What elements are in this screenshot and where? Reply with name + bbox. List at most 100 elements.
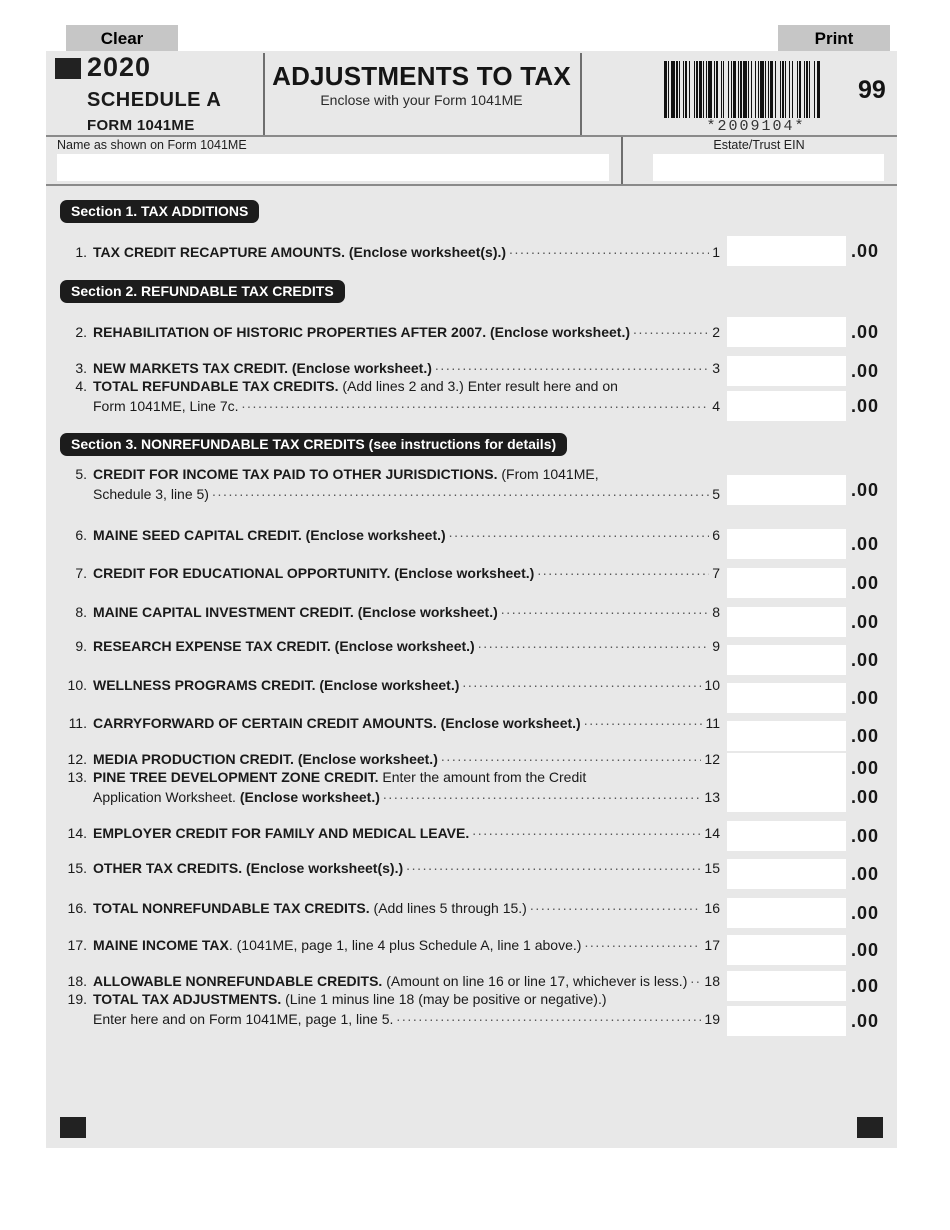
form-line-row: 12. MEDIA PRODUCTION CREDIT. (Enclose wor… [60,750,720,769]
dot-leader [396,1010,701,1024]
cents-suffix: .00 [851,1011,880,1031]
registration-marker-icon [857,1117,883,1138]
cents-suffix: .00 [851,903,880,923]
dot-leader [449,526,710,540]
form-line-6: 6. MAINE SEED CAPITAL CREDIT. (Enclose wo… [60,526,720,545]
line-text: CREDIT FOR INCOME TAX PAID TO OTHER JURI… [93,466,599,482]
dot-leader [509,243,709,257]
line-reference-number: 1 [712,244,720,260]
line-number: 13. [67,769,87,785]
amount-input-line-17[interactable] [727,935,846,965]
page-code: 99 [858,76,886,104]
line-number: 7. [75,565,87,581]
form-line-row: 13. PINE TREE DEVELOPMENT ZONE CREDIT. En… [60,769,720,788]
form-line-row: 2. REHABILITATION OF HISTORIC PROPERTIES … [60,323,720,342]
form-line-row: 1. TAX CREDIT RECAPTURE AMOUNTS. (Enclose… [60,243,720,262]
line-reference-number: 15 [704,860,720,876]
amount-input-line-10[interactable] [727,683,846,713]
amount-input-line-11[interactable] [727,721,846,751]
cents-suffix: .00 [851,396,880,416]
amount-input-line-14[interactable] [727,821,846,851]
form-line-16: 16. TOTAL NONREFUNDABLE TAX CREDITS. (Add… [60,899,720,918]
line-text: WELLNESS PROGRAMS CREDIT. (Enclose works… [93,677,460,693]
line-number: 3. [75,360,87,376]
line-number: 17. [67,937,87,953]
form-screen: Clear Print 2020 SCHEDULE A FORM 1041ME … [0,0,950,1230]
line-number: 16. [67,900,87,916]
section-header-3-main: Section 3. NONREFUNDABLE TAX CREDITS [71,436,365,452]
cents-suffix: .00 [851,322,880,342]
amount-input-line-1[interactable] [727,236,846,266]
line-text: EMPLOYER CREDIT FOR FAMILY AND MEDICAL L… [93,825,470,841]
line-text: Schedule 3, line 5) [93,486,209,502]
line-number: 2. [75,324,87,340]
amount-input-line-2[interactable] [727,317,846,347]
line-text: OTHER TAX CREDITS. (Enclose worksheet(s)… [93,860,404,876]
line-number: 15. [67,860,87,876]
amount-input-line-7[interactable] [727,568,846,598]
amount-input-line-16[interactable] [727,898,846,928]
line-text: Application Worksheet. (Enclose workshee… [93,789,380,805]
amount-input-line-13[interactable] [727,782,846,812]
name-field-label: Name as shown on Form 1041ME [57,138,247,152]
line-number: 18. [67,973,87,989]
line-text: CARRYFORWARD OF CERTAIN CREDIT AMOUNTS. … [93,715,581,731]
header-divider [263,53,265,135]
line-number: 8. [75,604,87,620]
clear-button[interactable]: Clear [66,25,178,52]
amount-input-line-8[interactable] [727,607,846,637]
form-line-8: 8. MAINE CAPITAL INVESTMENT CREDIT. (Encl… [60,603,720,622]
line-text: RESEARCH EXPENSE TAX CREDIT. (Enclose wo… [93,638,475,654]
form-line-12: 12. MEDIA PRODUCTION CREDIT. (Enclose wor… [60,750,720,769]
line-number: 1. [75,244,87,260]
line-reference-number: 5 [712,486,720,502]
form-year: 2020 [87,52,152,82]
line-text: MEDIA PRODUCTION CREDIT. (Enclose worksh… [93,751,438,767]
line-number: 10. [67,677,87,693]
form-line-2: 2. REHABILITATION OF HISTORIC PROPERTIES … [60,323,720,342]
amount-input-line-15[interactable] [727,859,846,889]
form-header: 2020 SCHEDULE A FORM 1041ME ADJUSTMENTS … [46,51,897,135]
dot-leader [441,750,702,764]
line-reference-number: 7 [712,565,720,581]
print-button[interactable]: Print [778,25,890,52]
page-title: ADJUSTMENTS TO TAX [272,61,571,91]
cents-suffix: .00 [851,361,880,381]
form-line-row: 9. RESEARCH EXPENSE TAX CREDIT. (Enclose … [60,637,720,656]
line-reference-number: 13 [704,789,720,805]
amount-input-line-4[interactable] [727,391,846,421]
form-line-4: 4. TOTAL REFUNDABLE TAX CREDITS. (Add lin… [60,378,720,416]
line-reference-number: 17 [704,937,720,953]
amount-input-line-6[interactable] [727,529,846,559]
form-line-row: 10. WELLNESS PROGRAMS CREDIT. (Enclose wo… [60,676,720,695]
cents-suffix: .00 [851,726,880,746]
barcode-text: *2009104* [706,118,806,135]
name-input[interactable] [57,154,609,181]
form-line-15: 15. OTHER TAX CREDITS. (Enclose worksheet… [60,859,720,878]
form-line-row: 19. TOTAL TAX ADJUSTMENTS. (Line 1 minus … [60,991,720,1010]
amount-input-line-19[interactable] [727,1006,846,1036]
amount-input-line-5[interactable] [727,475,846,505]
form-line-row: 16. TOTAL NONREFUNDABLE TAX CREDITS. (Add… [60,899,720,918]
line-text: NEW MARKETS TAX CREDIT. (Enclose workshe… [93,360,432,376]
form-page: 2020 SCHEDULE A FORM 1041ME ADJUSTMENTS … [46,51,897,1148]
line-text: CREDIT FOR EDUCATIONAL OPPORTUNITY. (Enc… [93,565,535,581]
registration-marker-icon [55,58,81,79]
line-reference-number: 3 [712,360,720,376]
cents-suffix: .00 [851,241,880,261]
cents-suffix: .00 [851,826,880,846]
ein-input[interactable] [653,154,884,181]
amount-input-line-12[interactable] [727,753,846,783]
amount-input-line-3[interactable] [727,356,846,386]
line-number: 11. [68,715,87,731]
cents-suffix: .00 [851,787,880,807]
dot-leader [530,899,702,913]
amount-input-line-9[interactable] [727,645,846,675]
line-reference-number: 8 [712,604,720,620]
amount-input-line-18[interactable] [727,971,846,1001]
dot-leader [472,824,701,838]
form-line-row: Form 1041ME, Line 7c. 4 [60,397,720,416]
dot-leader [462,676,701,690]
form-line-18: 18. ALLOWABLE NONREFUNDABLE CREDITS. (Amo… [60,972,720,991]
line-reference-number: 16 [704,900,720,916]
